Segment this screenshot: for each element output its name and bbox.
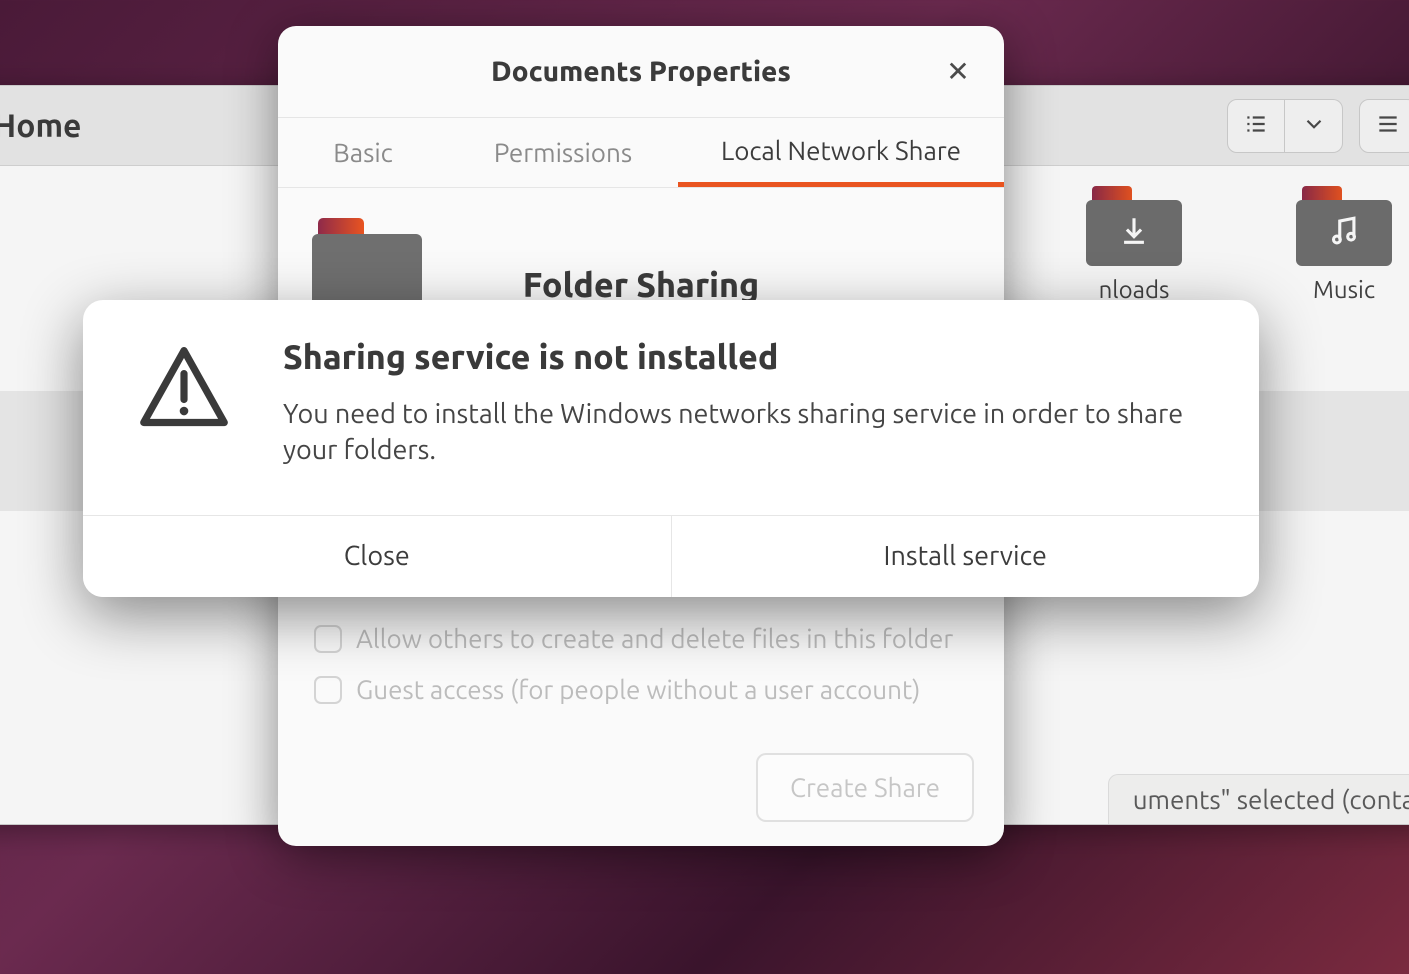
checkbox-allow-others: Allow others to create and delete files … (314, 624, 953, 653)
properties-header: Documents Properties ✕ (278, 26, 1004, 118)
checkbox-guest-access: Guest access (for people without a user … (314, 675, 920, 704)
checkbox-label: Allow others to create and delete files … (356, 624, 953, 653)
view-mode-button-group (1227, 99, 1343, 153)
music-note-icon (1327, 214, 1361, 253)
properties-title: Documents Properties (491, 56, 791, 87)
folder-item-downloads[interactable]: nloads (1069, 186, 1199, 303)
properties-close-button[interactable]: ✕ (940, 54, 976, 90)
create-share-button: Create Share (756, 753, 974, 822)
folder-sharing-heading: Folder Sharing (523, 266, 759, 304)
chevron-down-icon (1301, 111, 1327, 141)
tab-local-network-share[interactable]: Local Network Share (678, 118, 1004, 187)
alert-body: Sharing service is not installed You nee… (83, 300, 1259, 515)
checkbox-label: Guest access (for people without a user … (356, 675, 920, 704)
checkbox-box (314, 625, 342, 653)
tab-basic[interactable]: Basic (278, 118, 448, 187)
folder-icon (1296, 186, 1392, 266)
folder-item-music[interactable]: Music (1279, 186, 1409, 303)
alert-title: Sharing service is not installed (283, 338, 1213, 376)
alert-button-row: Close Install service (83, 515, 1259, 597)
alert-description: You need to install the Windows networks… (283, 396, 1213, 469)
hamburger-menu-button[interactable] (1359, 99, 1409, 153)
checkbox-box (314, 676, 342, 704)
hamburger-menu-icon (1375, 111, 1401, 141)
files-statusbar: uments" selected (conta (1108, 774, 1409, 824)
files-location-title: Home (0, 108, 81, 144)
folder-label: Music (1279, 276, 1409, 303)
install-service-button[interactable]: Install service (671, 516, 1260, 597)
close-button[interactable]: Close (83, 516, 671, 597)
close-icon: ✕ (946, 55, 969, 88)
download-icon (1117, 214, 1151, 253)
list-view-button[interactable] (1227, 99, 1285, 153)
tab-permissions[interactable]: Permissions (448, 118, 678, 187)
alert-dialog: Sharing service is not installed You nee… (83, 300, 1259, 597)
list-view-icon (1243, 111, 1269, 141)
folder-icon (1086, 186, 1182, 266)
alert-text: Sharing service is not installed You nee… (283, 336, 1213, 469)
statusbar-text: uments" selected (conta (1133, 785, 1409, 814)
warning-triangle-icon (129, 336, 239, 469)
folder-label: nloads (1069, 276, 1199, 303)
view-options-dropdown[interactable] (1285, 99, 1343, 153)
folder-icon-grid: nloads Music (1069, 186, 1409, 303)
properties-tabs: Basic Permissions Local Network Share (278, 118, 1004, 188)
